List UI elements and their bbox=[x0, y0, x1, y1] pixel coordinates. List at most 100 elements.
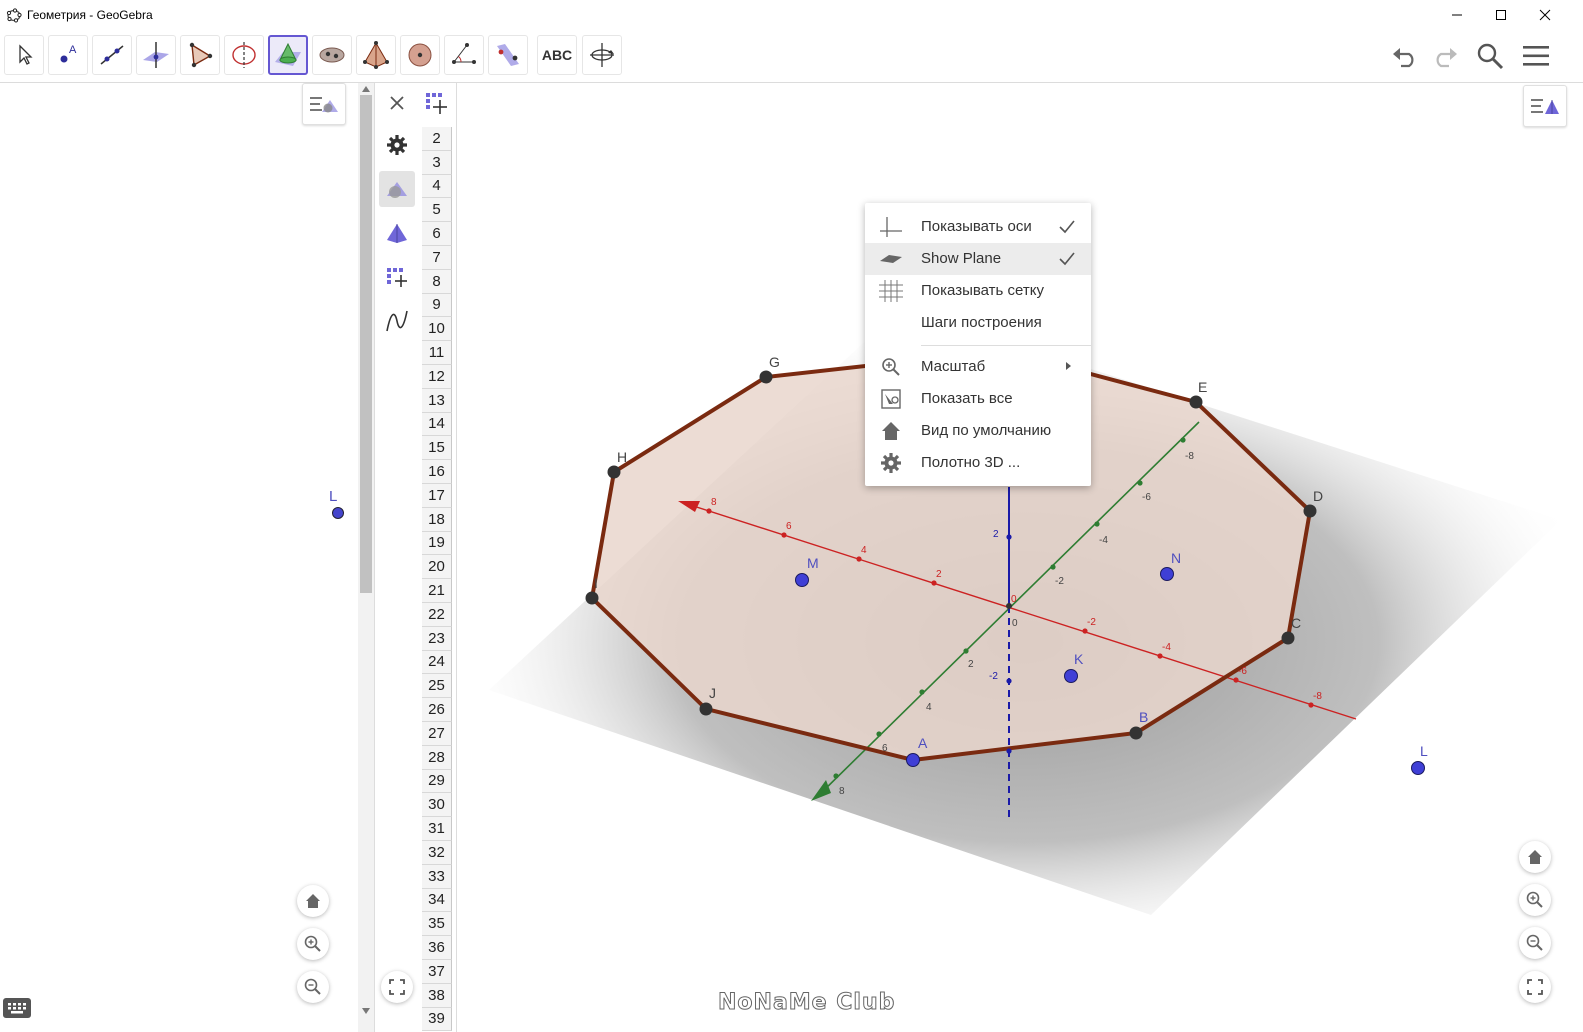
menu-item-show-grid[interactable]: Показывать сетку bbox=[865, 275, 1091, 307]
undo-button[interactable] bbox=[1386, 38, 1426, 74]
pyramid-tool[interactable] bbox=[356, 35, 396, 75]
spreadsheet-row-header[interactable]: 21 bbox=[422, 579, 452, 603]
point-tool[interactable]: A bbox=[48, 35, 88, 75]
intersect-tool[interactable] bbox=[312, 35, 352, 75]
spreadsheet-row-header[interactable]: 31 bbox=[422, 817, 452, 841]
menu-item-show-all[interactable]: Показать все bbox=[865, 383, 1091, 415]
spreadsheet-row-header[interactable]: 33 bbox=[422, 864, 452, 889]
spreadsheet-row-header[interactable]: 26 bbox=[422, 698, 452, 722]
svg-text:-6: -6 bbox=[1238, 666, 1247, 677]
close-side-panel-button[interactable] bbox=[379, 85, 415, 121]
spreadsheet-row-header[interactable]: 14 bbox=[422, 412, 452, 437]
redo-button[interactable] bbox=[1424, 38, 1464, 74]
spreadsheet-row-header[interactable]: 37 bbox=[422, 960, 452, 984]
spreadsheet-row-header[interactable]: 39 bbox=[422, 1007, 452, 1032]
spreadsheet-row-header[interactable]: 23 bbox=[422, 626, 452, 651]
spreadsheet-row-header[interactable]: 29 bbox=[422, 769, 452, 794]
line-tool[interactable] bbox=[92, 35, 132, 75]
spreadsheet-row-header[interactable]: 8 bbox=[422, 269, 452, 294]
fullscreen-button[interactable] bbox=[381, 971, 413, 1003]
3d-view-toggle[interactable] bbox=[379, 215, 415, 251]
menu-item-graphics-3d-settings[interactable]: Полотно 3D ... bbox=[865, 447, 1091, 479]
menu-item-show-plane[interactable]: Show Plane bbox=[865, 243, 1091, 275]
spreadsheet-row-header[interactable]: 20 bbox=[422, 555, 452, 580]
algebra-view-toggle[interactable] bbox=[379, 171, 415, 207]
spreadsheet-view-toggle[interactable] bbox=[379, 259, 415, 295]
menu-item-default-view[interactable]: Вид по умолчанию bbox=[865, 415, 1091, 447]
search-button[interactable] bbox=[1470, 38, 1510, 74]
minimize-button[interactable] bbox=[1434, 0, 1480, 30]
cone-tool[interactable] bbox=[268, 35, 308, 75]
spreadsheet-row-header[interactable]: 32 bbox=[422, 841, 452, 865]
spreadsheet-row-header[interactable]: 4 bbox=[422, 174, 452, 199]
menu-item-zoom[interactable]: Масштаб bbox=[865, 351, 1091, 383]
menu-item-construction-steps[interactable]: Шаги построения bbox=[865, 307, 1091, 339]
spreadsheet-row-header[interactable]: 18 bbox=[422, 507, 452, 532]
graphics-zoom-out-button[interactable] bbox=[1519, 927, 1551, 959]
spreadsheet-row-header[interactable]: 38 bbox=[422, 983, 452, 1008]
algebra-point[interactable] bbox=[332, 507, 344, 519]
checkmark-icon bbox=[1059, 252, 1075, 266]
spreadsheet-row-header[interactable]: 27 bbox=[422, 722, 452, 746]
spreadsheet-row-header[interactable]: 25 bbox=[422, 674, 452, 699]
graphics-zoom-in-button[interactable] bbox=[1519, 884, 1551, 916]
move-tool[interactable] bbox=[4, 35, 44, 75]
spreadsheet-row-header[interactable]: 2 bbox=[422, 127, 452, 151]
spreadsheet-row-header[interactable]: 13 bbox=[422, 388, 452, 413]
spreadsheet-row-header[interactable]: 11 bbox=[422, 341, 452, 365]
reflect-tool[interactable] bbox=[488, 35, 528, 75]
spreadsheet-row-header[interactable]: 12 bbox=[422, 365, 452, 389]
menu-item-show-axes[interactable]: Показывать оси bbox=[865, 211, 1091, 243]
main-menu-button[interactable] bbox=[1516, 38, 1556, 74]
spreadsheet-row-header[interactable]: 34 bbox=[422, 888, 452, 913]
spreadsheet-row-header[interactable]: 15 bbox=[422, 436, 452, 461]
spreadsheet-row-header[interactable]: 7 bbox=[422, 246, 452, 270]
graphics-context-menu: Показывать оси Show Plane Показывать сет… bbox=[865, 203, 1091, 486]
sphere-icon bbox=[408, 43, 432, 67]
spreadsheet-row-header[interactable]: 6 bbox=[422, 222, 452, 246]
algebra-zoom-out-button[interactable] bbox=[297, 971, 329, 1003]
angle-tool[interactable] bbox=[444, 35, 484, 75]
scroll-up-icon bbox=[362, 86, 370, 92]
graphics-home-button[interactable] bbox=[1519, 841, 1551, 873]
polygon-tool[interactable] bbox=[180, 35, 220, 75]
spreadsheet-row-header[interactable]: 10 bbox=[422, 317, 452, 342]
spreadsheet-row-header[interactable]: 30 bbox=[422, 793, 452, 818]
spreadsheet-row-header[interactable]: 24 bbox=[422, 650, 452, 675]
text-tool[interactable]: ABC bbox=[537, 35, 577, 75]
svg-text:6: 6 bbox=[882, 743, 888, 754]
rotate-view-tool[interactable] bbox=[582, 35, 622, 75]
spreadsheet-corner[interactable] bbox=[422, 83, 454, 125]
spreadsheet-row-header[interactable]: 22 bbox=[422, 603, 452, 627]
spreadsheet-row-header[interactable]: 3 bbox=[422, 150, 452, 175]
vertex-B bbox=[1129, 726, 1143, 740]
spreadsheet-row-header[interactable]: 28 bbox=[422, 745, 452, 770]
spreadsheet-row-header[interactable]: 19 bbox=[422, 531, 452, 556]
menu-item-label: Масштаб bbox=[921, 358, 986, 375]
spreadsheet-row-header[interactable]: 17 bbox=[422, 484, 452, 508]
algebra-style-bar-toggle[interactable] bbox=[302, 83, 346, 125]
cas-view-toggle[interactable] bbox=[379, 303, 415, 339]
spreadsheet-row-header[interactable]: 36 bbox=[422, 936, 452, 960]
virtual-keyboard-button[interactable] bbox=[3, 998, 31, 1018]
spreadsheet-row-header[interactable]: 5 bbox=[422, 198, 452, 223]
sphere-tool[interactable] bbox=[400, 35, 440, 75]
algebra-zoom-in-button[interactable] bbox=[297, 928, 329, 960]
settings-button[interactable] bbox=[379, 127, 415, 163]
graphics-fullscreen-button[interactable] bbox=[1519, 971, 1551, 1003]
maximize-button[interactable] bbox=[1478, 0, 1524, 30]
algebra-home-button[interactable] bbox=[297, 885, 329, 917]
vertex-D bbox=[1303, 504, 1317, 518]
spreadsheet-row-header[interactable]: 9 bbox=[422, 293, 452, 318]
algebra-scrollbar[interactable] bbox=[358, 83, 374, 1032]
close-window-button[interactable] bbox=[1522, 0, 1568, 30]
spreadsheet-row-header[interactable]: 35 bbox=[422, 912, 452, 937]
scrollbar-thumb[interactable] bbox=[360, 95, 372, 593]
graphics-style-bar-toggle[interactable] bbox=[1523, 85, 1567, 127]
spreadsheet-row-header[interactable]: 16 bbox=[422, 460, 452, 484]
vertex-A[interactable] bbox=[906, 753, 920, 767]
perpendicular-line-icon bbox=[143, 42, 169, 68]
zoom-in-icon bbox=[1526, 891, 1543, 908]
perpendicular-tool[interactable] bbox=[136, 35, 176, 75]
rotate-around-line-tool[interactable] bbox=[224, 35, 264, 75]
